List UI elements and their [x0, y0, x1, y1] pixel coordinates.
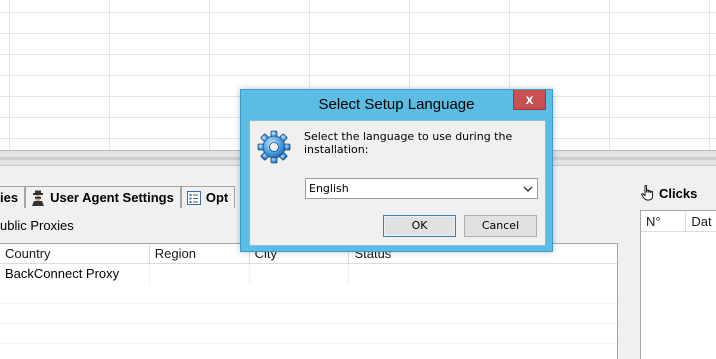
dialog-body: Select the language to use during the in… [249, 120, 546, 246]
language-select[interactable]: English [305, 178, 538, 199]
cell-country: BackConnect Proxy [0, 264, 150, 284]
tab-proxies[interactable]: ies [0, 186, 26, 208]
proxies-table: Country Region City Status BackConnect P… [0, 243, 618, 359]
clicks-table: N° Dat [640, 210, 716, 359]
select-language-dialog: Select Setup Language x Select the langu… [240, 89, 553, 252]
column-header-date[interactable]: Dat [686, 211, 716, 232]
cell-city [250, 264, 350, 284]
dialog-message: Select the language to use during the in… [304, 130, 513, 156]
clicks-title: Clicks [659, 185, 698, 201]
tab-options-label: Opt [205, 190, 229, 205]
cancel-button[interactable]: Cancel [464, 215, 537, 237]
cell-region [150, 264, 250, 284]
options-checklist-icon [186, 190, 201, 205]
cell-status [349, 264, 617, 284]
spy-agent-icon [32, 190, 45, 206]
tab-user-agent-settings[interactable]: User Agent Settings [25, 186, 181, 208]
public-proxies-label: ublic Proxies [0, 218, 74, 233]
hand-pointer-icon [641, 185, 654, 201]
close-button[interactable]: x [513, 90, 546, 110]
clicks-table-header: N° Dat [641, 211, 716, 232]
tab-user-agent-label: User Agent Settings [50, 190, 174, 205]
gear-icon [257, 130, 291, 164]
tab-strip: ies User Agent Settings Opt [0, 186, 236, 208]
column-header-country[interactable]: Country [0, 244, 150, 264]
tab-proxies-label: ies [0, 190, 19, 205]
column-header-region[interactable]: Region [150, 244, 250, 264]
dialog-title: Select Setup Language [318, 96, 475, 113]
tab-options[interactable]: Opt [180, 186, 236, 208]
clicks-header: Clicks [641, 185, 697, 201]
empty-row [0, 304, 617, 324]
empty-row [0, 324, 617, 344]
ok-button[interactable]: OK [383, 215, 456, 237]
table-row[interactable]: BackConnect Proxy [0, 264, 617, 284]
language-select-value: English [309, 182, 349, 195]
column-header-number[interactable]: N° [641, 211, 687, 232]
empty-row [0, 284, 617, 304]
chevron-down-icon [523, 186, 533, 192]
